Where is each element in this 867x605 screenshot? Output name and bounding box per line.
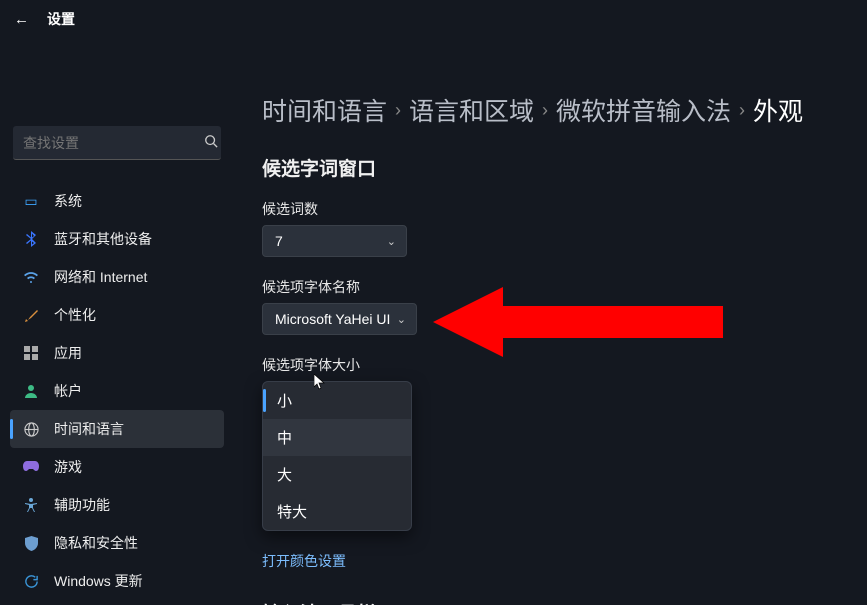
app-title: 设置: [47, 9, 75, 29]
sidebar-item-bluetooth[interactable]: 蓝牙和其他设备: [10, 220, 224, 258]
brush-icon: [22, 306, 40, 324]
chevron-right-icon: ›: [739, 100, 745, 121]
search-icon: [204, 134, 218, 151]
breadcrumb-segment[interactable]: 语言和区域: [409, 92, 534, 128]
font-size-option-xlarge[interactable]: 特大: [263, 493, 411, 530]
breadcrumb-segment[interactable]: 时间和语言: [262, 92, 387, 128]
sidebar-item-label: 个性化: [54, 305, 96, 325]
update-icon: [22, 572, 40, 590]
sidebar-item-label: 隐私和安全性: [54, 533, 138, 553]
sidebar-item-accessibility[interactable]: 辅助功能: [10, 486, 224, 524]
font-size-option-small[interactable]: 小: [263, 382, 411, 419]
nav: ▭ 系统 蓝牙和其他设备 网络和 Internet 个性化: [10, 182, 224, 600]
sidebar-item-privacy[interactable]: 隐私和安全性: [10, 524, 224, 562]
back-button[interactable]: ←: [14, 11, 29, 28]
sidebar-item-label: 帐户: [54, 381, 82, 401]
section-title: 输入法工具栏: [262, 599, 847, 605]
gamepad-icon: [22, 458, 40, 476]
select-value: Microsoft YaHei UI: [275, 311, 390, 327]
sidebar-item-accounts[interactable]: 帐户: [10, 372, 224, 410]
breadcrumb-segment[interactable]: 微软拼音输入法: [556, 92, 731, 128]
sidebar-item-label: 网络和 Internet: [54, 267, 147, 287]
breadcrumb: 时间和语言 › 语言和区域 › 微软拼音输入法 › 外观: [262, 92, 847, 128]
field-label: 候选项字体名称: [262, 277, 847, 297]
sidebar-item-gaming[interactable]: 游戏: [10, 448, 224, 486]
color-settings-link[interactable]: 打开颜色设置: [262, 551, 346, 571]
sidebar-item-label: 蓝牙和其他设备: [54, 229, 152, 249]
chevron-down-icon: ⌄: [397, 313, 406, 326]
sidebar-item-time-language[interactable]: 时间和语言: [10, 410, 224, 448]
chevron-down-icon: ⌄: [387, 235, 396, 248]
shield-icon: [22, 534, 40, 552]
bluetooth-icon: [22, 230, 40, 248]
sidebar-item-label: 系统: [54, 191, 82, 211]
sidebar-item-apps[interactable]: 应用: [10, 334, 224, 372]
chevron-right-icon: ›: [395, 100, 401, 121]
sidebar: ▭ 系统 蓝牙和其他设备 网络和 Internet 个性化: [0, 38, 234, 605]
candidate-count-select[interactable]: 7 ⌄: [262, 225, 407, 257]
sidebar-item-label: 时间和语言: [54, 419, 124, 439]
font-size-dropdown[interactable]: 小 中 大 特大: [262, 381, 412, 531]
apps-icon: [22, 344, 40, 362]
section-title: 候选字词窗口: [262, 154, 847, 181]
chevron-right-icon: ›: [542, 100, 548, 121]
sidebar-item-system[interactable]: ▭ 系统: [10, 182, 224, 220]
sidebar-item-update[interactable]: Windows 更新: [10, 562, 224, 600]
field-label: 候选词数: [262, 199, 847, 219]
accessibility-icon: [22, 496, 40, 514]
wifi-icon: [22, 268, 40, 286]
font-name-select[interactable]: Microsoft YaHei UI ⌄: [262, 303, 417, 335]
breadcrumb-segment-current: 外观: [753, 92, 803, 128]
sidebar-item-label: Windows 更新: [54, 571, 143, 591]
select-value: 7: [275, 233, 283, 249]
sidebar-item-label: 游戏: [54, 457, 82, 477]
sidebar-item-network[interactable]: 网络和 Internet: [10, 258, 224, 296]
sidebar-item-label: 辅助功能: [54, 495, 110, 515]
font-size-option-medium[interactable]: 中: [263, 419, 411, 456]
display-icon: ▭: [22, 192, 40, 210]
person-icon: [22, 382, 40, 400]
main-content: 时间和语言 › 语言和区域 › 微软拼音输入法 › 外观 候选字词窗口 候选词数…: [234, 38, 867, 605]
font-size-option-large[interactable]: 大: [263, 456, 411, 493]
field-label: 候选项字体大小: [262, 355, 847, 375]
search-input[interactable]: [13, 126, 221, 160]
search-field[interactable]: [23, 135, 204, 151]
sidebar-item-label: 应用: [54, 343, 82, 363]
sidebar-item-personalization[interactable]: 个性化: [10, 296, 224, 334]
globe-icon: [22, 420, 40, 438]
